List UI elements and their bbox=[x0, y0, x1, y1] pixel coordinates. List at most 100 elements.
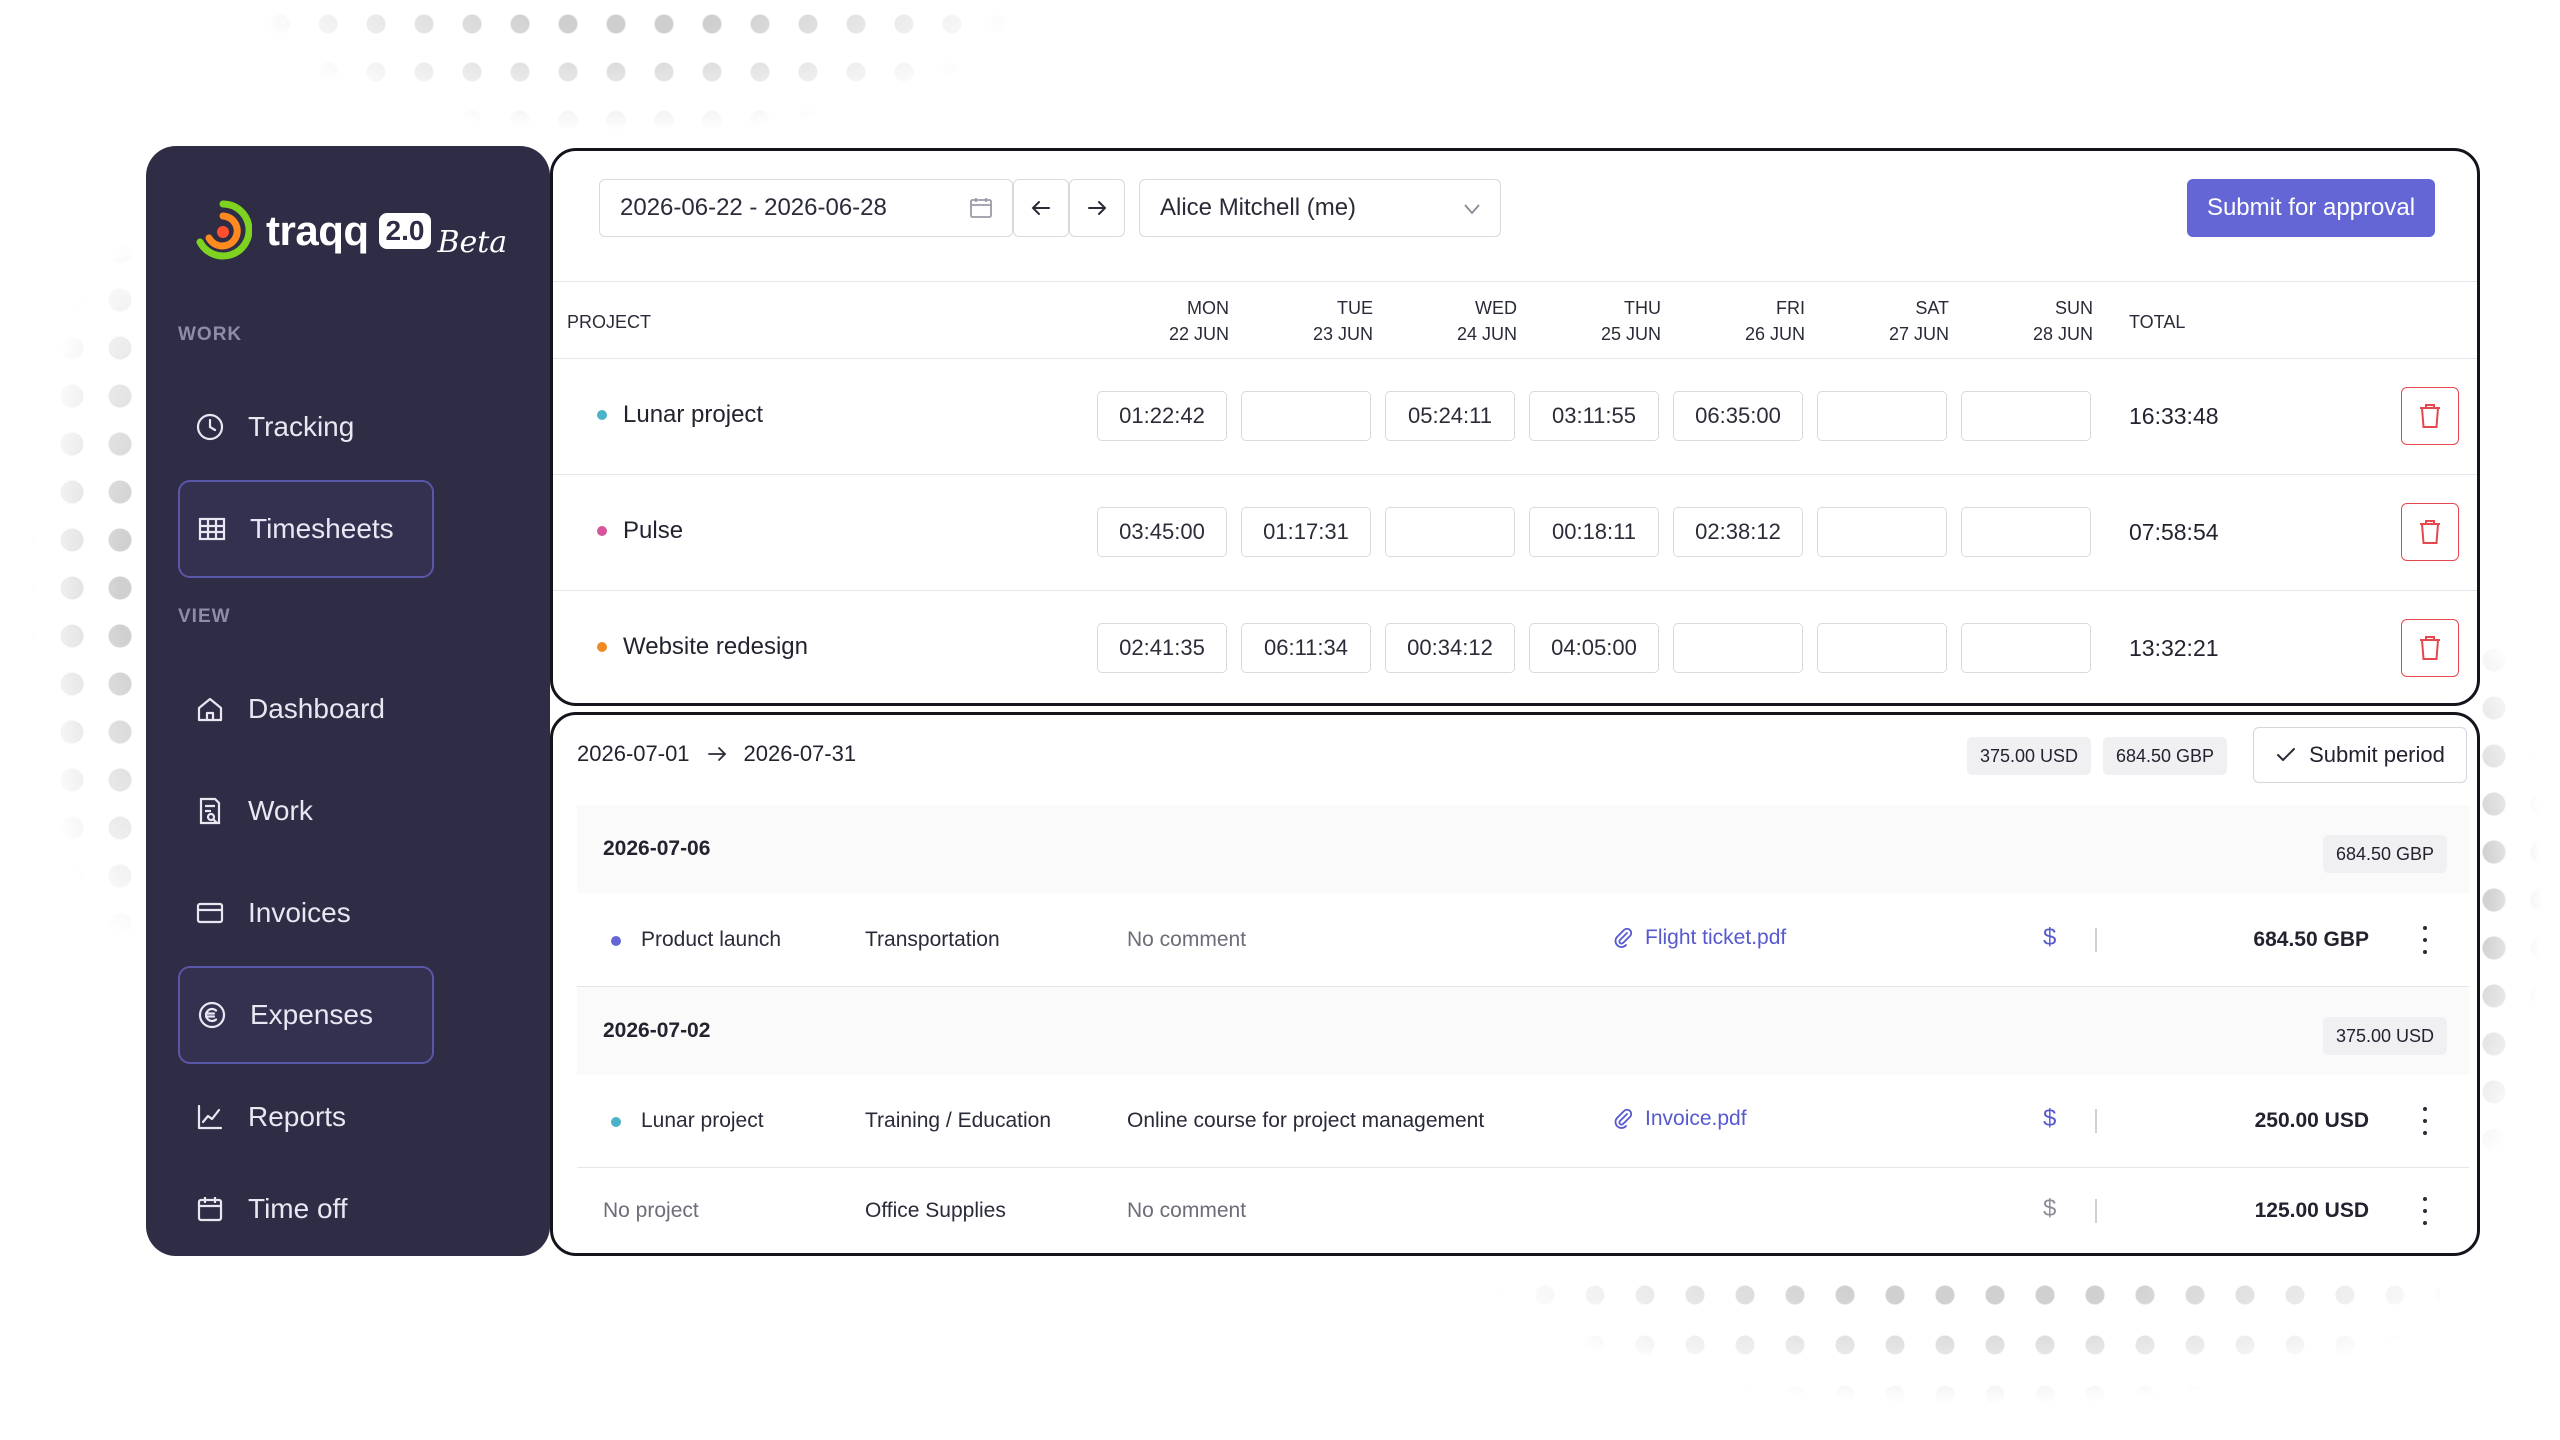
time-entry-input[interactable]: 00:18:11 bbox=[1529, 507, 1659, 557]
sidebar-item-time-off[interactable]: Time off bbox=[178, 1160, 434, 1258]
time-entry-input[interactable] bbox=[1817, 391, 1947, 441]
expense-row[interactable]: Lunar project Training / Education Onlin… bbox=[577, 1077, 2469, 1167]
project-color-dot bbox=[597, 526, 607, 536]
expense-project: Lunar project bbox=[641, 1109, 764, 1132]
next-week-button[interactable] bbox=[1069, 179, 1125, 237]
section-label-work: WORK bbox=[178, 324, 243, 345]
column-header-tue: TUE 23 JUN bbox=[1263, 295, 1373, 347]
check-icon bbox=[2277, 748, 2296, 761]
day-date: 22 JUN bbox=[1168, 324, 1229, 344]
line-chart-icon bbox=[197, 1104, 223, 1130]
time-entry-input[interactable]: 04:05:00 bbox=[1529, 623, 1659, 673]
time-entry-input[interactable] bbox=[1961, 391, 2091, 441]
sidebar-item-invoices[interactable]: Invoices bbox=[178, 864, 434, 962]
sidebar-item-label: Tracking bbox=[248, 411, 355, 442]
expenses-panel: 2026-07-01 2026-07-31 375.00 USD 684.50 … bbox=[550, 712, 2480, 1256]
time-entry-input[interactable] bbox=[1241, 391, 1371, 441]
project-name: Pulse bbox=[623, 517, 684, 544]
project-color-dot bbox=[611, 1117, 621, 1127]
expense-period-range: 2026-07-01 2026-07-31 bbox=[577, 741, 856, 767]
sidebar-item-timesheets[interactable]: Timesheets bbox=[178, 480, 434, 578]
time-entry-input[interactable]: 03:45:00 bbox=[1097, 507, 1227, 557]
time-entry-input[interactable] bbox=[1961, 623, 2091, 673]
date-range-picker[interactable]: 2026-06-22 - 2026-06-28 bbox=[599, 179, 1013, 237]
expense-row[interactable]: Product launch Transportation No comment… bbox=[577, 896, 2469, 986]
grid-icon bbox=[198, 517, 226, 541]
delete-row-button[interactable] bbox=[2401, 619, 2459, 677]
calendar-icon bbox=[970, 198, 992, 218]
day-name: FRI bbox=[1776, 298, 1805, 318]
user-select[interactable]: Alice Mitchell (me) bbox=[1139, 179, 1501, 237]
delete-row-button[interactable] bbox=[2401, 387, 2459, 445]
period-end: 2026-07-31 bbox=[743, 741, 857, 766]
expense-comment: Online course for project management bbox=[1127, 1109, 1485, 1132]
wallet-icon bbox=[196, 902, 224, 924]
time-entry-input[interactable] bbox=[1673, 623, 1803, 673]
day-name: SUN bbox=[2054, 298, 2093, 318]
traqq-logo-icon bbox=[196, 200, 252, 260]
sidebar-item-label: Expenses bbox=[250, 999, 373, 1030]
expense-group-date: 2026-07-02 bbox=[603, 1019, 711, 1042]
expense-attachment-link[interactable]: Flight ticket.pdf bbox=[1613, 926, 1786, 950]
billable-icon[interactable]: $ bbox=[2043, 924, 2056, 952]
previous-week-button[interactable] bbox=[1013, 179, 1069, 237]
time-entry-input[interactable]: 05:24:11 bbox=[1385, 391, 1515, 441]
expense-category: Training / Education bbox=[865, 1109, 1051, 1132]
day-name: MON bbox=[1187, 298, 1229, 318]
divider bbox=[553, 358, 2477, 359]
time-entry-input[interactable]: 02:41:35 bbox=[1097, 623, 1227, 673]
expense-group-header: 2026-07-02 375.00 USD bbox=[577, 987, 2469, 1075]
time-entry-input[interactable]: 01:17:31 bbox=[1241, 507, 1371, 557]
user-select-value: Alice Mitchell (me) bbox=[1160, 194, 1357, 221]
sidebar-item-tracking[interactable]: Tracking bbox=[178, 378, 434, 476]
more-options-icon[interactable] bbox=[2421, 926, 2429, 954]
expense-row[interactable]: No project Office Supplies No comment $ … bbox=[577, 1167, 2469, 1257]
chevron-down-icon bbox=[1464, 204, 1480, 215]
time-entry-input[interactable]: 02:38:12 bbox=[1673, 507, 1803, 557]
expense-group-header: 2026-07-06 684.50 GBP bbox=[577, 805, 2469, 893]
app-logo[interactable]: traqq 2.0 Beta bbox=[194, 186, 507, 276]
more-options-icon[interactable] bbox=[2421, 1107, 2429, 1135]
project-color-dot bbox=[597, 642, 607, 652]
day-date: 24 JUN bbox=[1456, 324, 1517, 344]
time-entry-input[interactable]: 06:11:34 bbox=[1241, 623, 1371, 673]
expense-category: Office Supplies bbox=[865, 1199, 1006, 1222]
trash-icon bbox=[2420, 404, 2440, 428]
expense-project: Product launch bbox=[641, 928, 782, 951]
column-header-mon: MON 22 JUN bbox=[1119, 295, 1229, 347]
column-separator bbox=[2095, 1199, 2097, 1223]
time-entry-input[interactable] bbox=[1817, 623, 1947, 673]
expense-attachment-link[interactable]: Invoice.pdf bbox=[1613, 1107, 1747, 1131]
time-entry-input[interactable] bbox=[1385, 507, 1515, 557]
more-options-icon[interactable] bbox=[2421, 1197, 2429, 1225]
submit-period-label: Submit period bbox=[2309, 742, 2445, 767]
time-entry-input[interactable] bbox=[1961, 507, 2091, 557]
billable-icon[interactable]: $ bbox=[2043, 1105, 2056, 1133]
day-name: TUE bbox=[1337, 298, 1373, 318]
column-header-total: TOTAL bbox=[2129, 312, 2186, 332]
time-entry-input[interactable]: 01:22:42 bbox=[1097, 391, 1227, 441]
sidebar-item-dashboard[interactable]: Dashboard bbox=[178, 660, 434, 758]
expense-group-date: 2026-07-06 bbox=[603, 837, 711, 860]
sidebar-item-label: Timesheets bbox=[250, 513, 394, 544]
day-date: 28 JUN bbox=[2032, 324, 2093, 344]
attachment-name: Flight ticket.pdf bbox=[1645, 926, 1787, 949]
sidebar-item-reports[interactable]: Reports bbox=[178, 1068, 434, 1166]
sidebar-item-work[interactable]: Work bbox=[178, 762, 434, 860]
period-total-badge-gbp: 684.50 GBP bbox=[2103, 737, 2227, 775]
time-entry-input[interactable]: 00:34:12 bbox=[1385, 623, 1515, 673]
delete-row-button[interactable] bbox=[2401, 503, 2459, 561]
time-entry-input[interactable]: 03:11:55 bbox=[1529, 391, 1659, 441]
decorative-dots-right bbox=[2470, 540, 2560, 1180]
euro-icon bbox=[198, 1001, 226, 1029]
submit-for-approval-button[interactable]: Submit for approval bbox=[2187, 179, 2435, 237]
section-label-view: VIEW bbox=[178, 606, 231, 627]
time-entry-input[interactable] bbox=[1817, 507, 1947, 557]
submit-period-button[interactable]: Submit period bbox=[2253, 727, 2467, 783]
sidebar-item-expenses[interactable]: Expenses bbox=[178, 966, 434, 1064]
billable-icon[interactable]: $ bbox=[2043, 1195, 2056, 1223]
brand-beta-tag: Beta bbox=[437, 224, 508, 260]
clock-icon bbox=[196, 413, 224, 441]
time-entry-input[interactable]: 06:35:00 bbox=[1673, 391, 1803, 441]
expense-project: No project bbox=[603, 1199, 699, 1222]
